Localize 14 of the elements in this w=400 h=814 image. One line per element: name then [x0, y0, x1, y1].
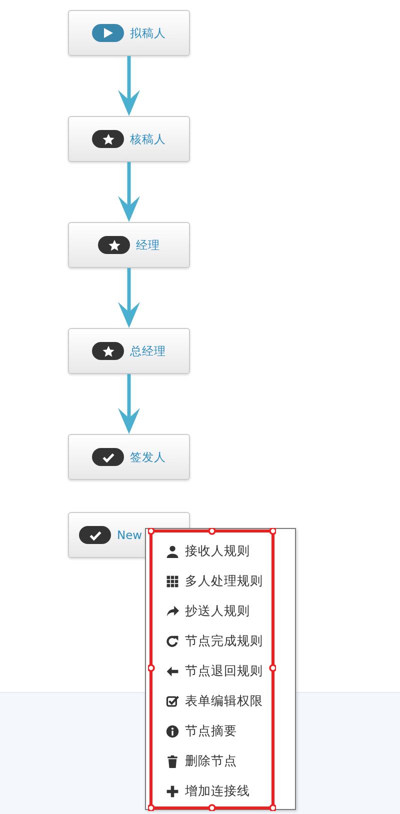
menu-item[interactable]: 多人处理规则	[166, 566, 295, 596]
menu-item[interactable]: 节点完成规则	[166, 626, 295, 656]
menu-item[interactable]: 节点退回规则	[166, 656, 295, 686]
menu-item[interactable]: 抄送人规则	[166, 596, 295, 626]
node-label: 经理	[136, 238, 160, 252]
menu-item[interactable]: 表单编辑权限	[166, 686, 295, 716]
menu-item[interactable]: 增加连接线	[166, 776, 295, 806]
node-label: 拟稿人	[130, 26, 166, 40]
node-label: 签发人	[130, 450, 166, 464]
node-label: 核稿人	[130, 132, 166, 146]
menu-item[interactable]: 节点摘要	[166, 716, 295, 746]
node-label: 总经理	[130, 344, 166, 358]
node-label: New	[117, 528, 142, 542]
menu-item[interactable]: 删除节点	[166, 746, 295, 776]
